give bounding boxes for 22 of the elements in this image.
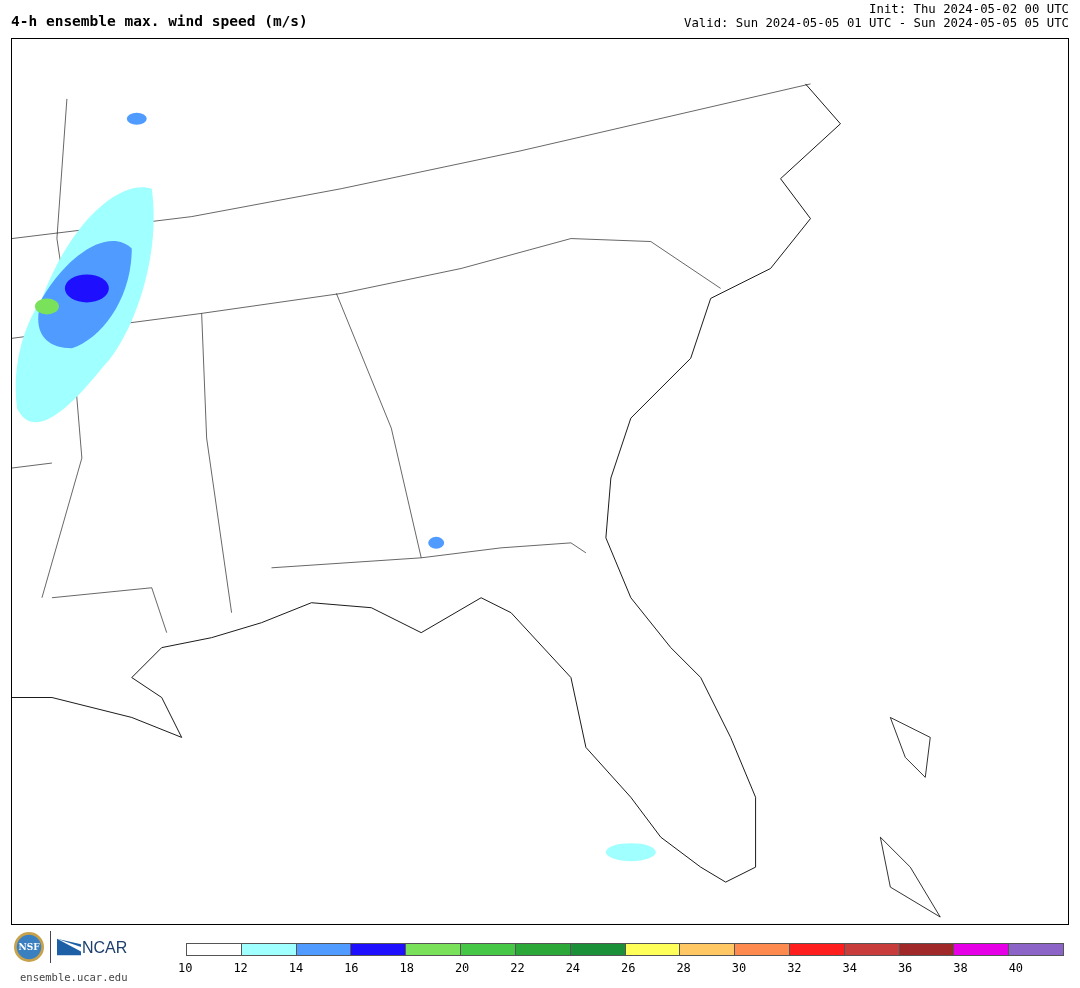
tick-label: 32: [787, 961, 802, 975]
tick-label: 38: [953, 961, 968, 975]
tick-label: 24: [565, 961, 581, 975]
ncar-logo: NCAR: [57, 938, 128, 956]
tick-label: 10: [178, 961, 193, 975]
nsf-logo: NSF: [14, 932, 44, 962]
website-url: ensemble.ucar.edu: [19, 971, 129, 983]
tick-label: 20: [454, 961, 470, 975]
tick-label: 12: [233, 961, 248, 975]
tick-label: 16: [344, 961, 359, 975]
valid-time: Valid: Sun 2024-05-05 01 UTC - Sun 2024-05-05 05 UTC: [684, 16, 1069, 30]
tick-label: 26: [621, 961, 636, 975]
plot-title: 4-h ensemble max. wind speed (m/s): [11, 12, 308, 30]
tick-label: 22: [510, 961, 525, 975]
tick-label: 18: [399, 961, 414, 975]
tick-label: 14: [288, 961, 304, 975]
tick-label: 34: [842, 961, 857, 975]
tick-label: 40: [1008, 961, 1024, 975]
tick-label: 28: [676, 961, 691, 975]
tick-label: 36: [897, 961, 913, 975]
tick-label: 30: [731, 961, 747, 975]
init-time: Init: Thu 2024-05-02 00 UTC: [868, 2, 1069, 16]
